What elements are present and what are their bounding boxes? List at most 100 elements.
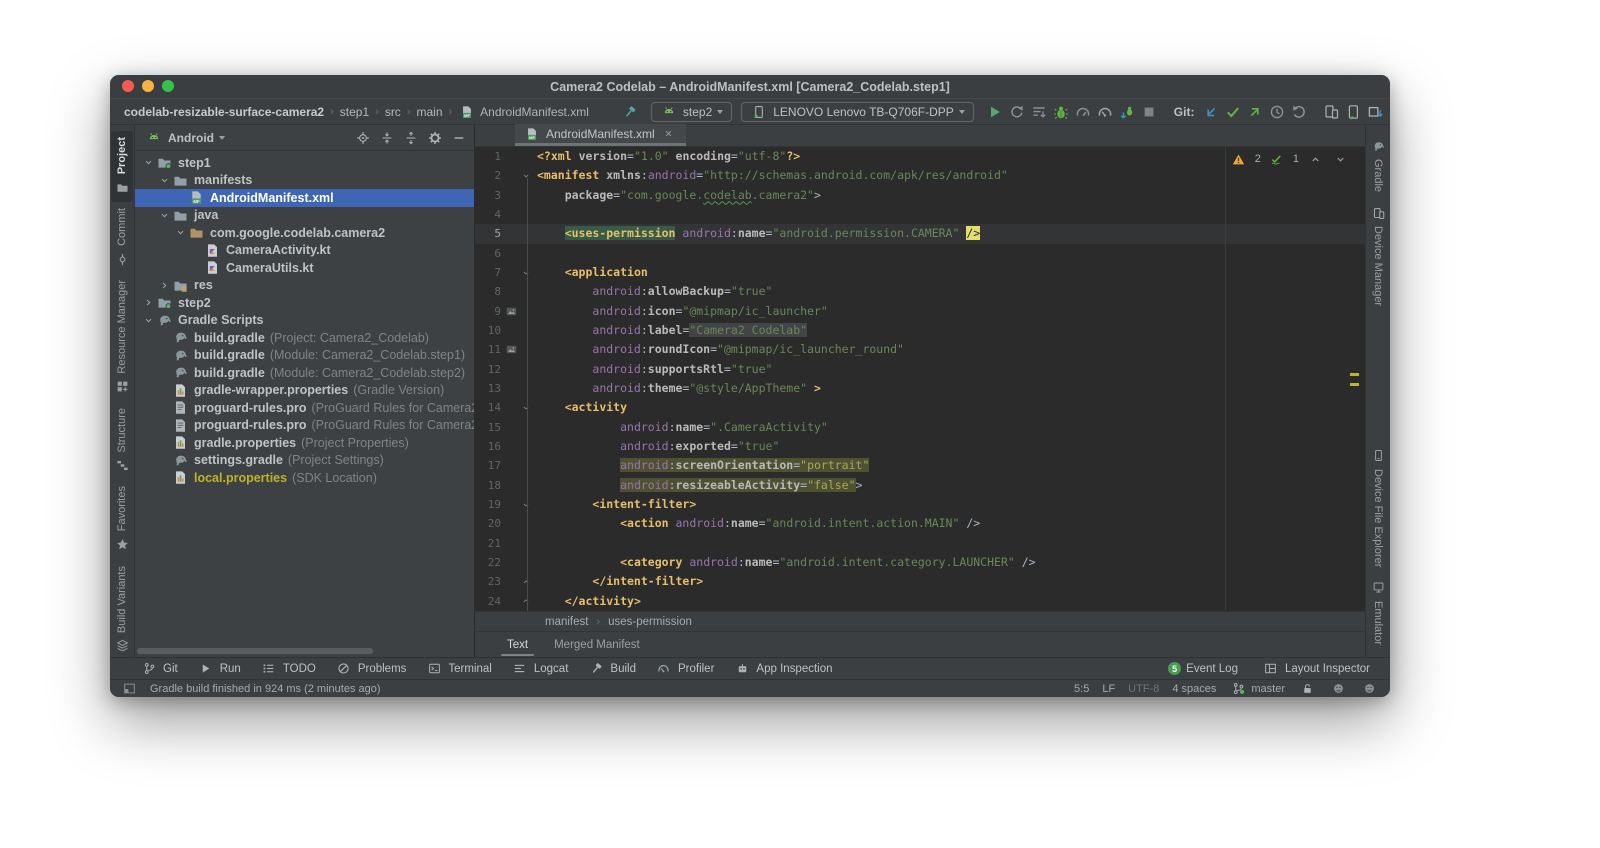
expand-all-button[interactable]	[378, 129, 396, 147]
picture-icon[interactable]	[505, 340, 521, 359]
chevron-down-icon[interactable]	[143, 157, 157, 168]
profile-app-button[interactable]	[1074, 103, 1092, 121]
tool-strip-tab-project[interactable]: Project	[111, 131, 133, 203]
code-editor[interactable]: 1 <?xml version="1.0" encoding="utf-8"?> 2…	[475, 147, 1365, 611]
editor-tab-androidmanifest[interactable]: MF AndroidManifest.xml	[515, 124, 686, 146]
tree-item-com-google-codelab-camera2[interactable]: com.google.codelab.camera2	[135, 224, 474, 242]
minimize-window-button[interactable]	[142, 80, 154, 92]
device-manager-button[interactable]	[1322, 103, 1340, 121]
code-line-14[interactable]: 14 <activity	[475, 398, 1365, 417]
code-line-16[interactable]: 16 android:exported="true"	[475, 437, 1365, 456]
xml-breadcrumb-uses-permission[interactable]: uses-permission	[608, 616, 692, 628]
status-item-lf[interactable]: LF	[1102, 683, 1115, 695]
warning-stripe-mark[interactable]	[1350, 383, 1359, 386]
run-play-button[interactable]	[986, 103, 1004, 121]
tool-strip-tab-gradle[interactable]: Gradle	[1367, 131, 1389, 198]
tree-item-proguard-rules-pro[interactable]: proguard-rules.pro (ProGuard Rules for Ca…	[135, 399, 474, 417]
code-line-3[interactable]: 3 package="com.google.codelab.camera2">	[475, 186, 1365, 205]
settings-gear-button[interactable]	[426, 129, 444, 147]
tool-strip-tab-resource-manager[interactable]: Resource Manager	[111, 274, 133, 402]
code-line-6[interactable]: 6	[475, 244, 1365, 263]
stop-button[interactable]	[1140, 103, 1158, 121]
xml-breadcrumb-manifest[interactable]: manifest	[545, 616, 588, 628]
project-view-selector[interactable]: Android	[168, 131, 214, 145]
tool-strip-tab-build-variants[interactable]: Build Variants	[111, 560, 133, 661]
code-line-13[interactable]: 13 android:theme="@style/AppTheme" >	[475, 379, 1365, 398]
view-tab-text[interactable]: Text	[500, 634, 535, 656]
tree-item-gradle-wrapper-properties[interactable]: gradle-wrapper.properties (Gradle Version…	[135, 382, 474, 400]
code-line-4[interactable]: 4	[475, 205, 1365, 224]
collapse-all-button[interactable]	[402, 129, 420, 147]
tree-item-build-gradle[interactable]: build.gradle (Module: Camera2_Codelab.ste…	[135, 364, 474, 382]
build-hammer-icon[interactable]	[623, 103, 637, 121]
apply-changes-button[interactable]	[1030, 103, 1048, 121]
git-update-button[interactable]	[1202, 103, 1220, 121]
tool-window-button-logcat[interactable]: Logcat	[511, 660, 568, 678]
code-line-10[interactable]: 10 android:label="Camera2 Codelab"	[475, 321, 1365, 340]
tool-strip-tab-structure[interactable]: Structure	[111, 402, 133, 481]
code-line-2[interactable]: 2 <manifest xmlns:android="http://schemas…	[475, 166, 1365, 185]
run-configuration-select[interactable]: step2	[650, 101, 733, 122]
tree-item-camerautils-kt[interactable]: CameraUtils.kt	[135, 259, 474, 277]
tool-strip-tab-device-manager[interactable]: Device Manager	[1367, 198, 1389, 312]
debug-bug-button[interactable]	[1052, 103, 1070, 121]
code-line-5[interactable]: 5 <uses-permission android:name="android…	[475, 224, 1365, 244]
history-clock-button[interactable]	[1268, 103, 1286, 121]
tree-item-gradle-properties[interactable]: gradle.properties (Project Properties)	[135, 434, 474, 452]
breadcrumb-item-main[interactable]: main	[416, 105, 442, 119]
tree-item-manifests[interactable]: manifests	[135, 172, 474, 190]
status-item-master[interactable]: master	[1229, 680, 1285, 698]
tool-strip-tab-commit[interactable]: Commit	[111, 202, 133, 274]
breadcrumb-item-codelab-resizable-surface-camera2[interactable]: codelab-resizable-surface-camera2	[124, 105, 324, 119]
tool-strip-tab-device-file-explorer[interactable]: Device File Explorer	[1367, 441, 1389, 573]
tree-item-cameraactivity-kt[interactable]: CameraActivity.kt	[135, 242, 474, 260]
tool-strip-tab-favorites[interactable]: Favorites	[111, 480, 133, 559]
chevron-down-icon[interactable]	[143, 315, 157, 326]
tool-window-button-build[interactable]: Build	[587, 660, 636, 678]
tree-item-java[interactable]: java	[135, 207, 474, 225]
close-icon[interactable]	[660, 125, 678, 143]
breadcrumb-item-step1[interactable]: step1	[340, 105, 369, 119]
code-line-23[interactable]: 23 </intent-filter>	[475, 572, 1365, 591]
fold-down-icon[interactable]	[521, 166, 535, 185]
warning-stripe-mark[interactable]	[1350, 373, 1359, 376]
fold-down-icon[interactable]	[521, 263, 535, 282]
status-item-face[interactable]	[1360, 680, 1378, 698]
tool-window-button-problems[interactable]: Problems	[335, 660, 406, 678]
code-line-12[interactable]: 12 android:supportsRtl="true"	[475, 360, 1365, 379]
tree-item-androidmanifest-xml[interactable]: MF AndroidManifest.xml	[135, 189, 474, 207]
chevron-right-icon[interactable]	[143, 297, 157, 308]
window-toggle-icon[interactable]	[120, 680, 138, 698]
tool-window-button-event-log[interactable]: 5 Event Log	[1168, 662, 1238, 675]
code-line-9[interactable]: 9 android:icon="@mipmap/ic_launcher"	[475, 302, 1365, 321]
status-item-5-5[interactable]: 5:5	[1074, 683, 1089, 695]
code-line-7[interactable]: 7 <application	[475, 263, 1365, 282]
chevron-right-icon[interactable]	[159, 280, 173, 291]
status-item-utf-8[interactable]: UTF-8	[1128, 683, 1159, 695]
tool-window-button-app-inspection[interactable]: App Inspection	[733, 660, 833, 678]
fold-down-icon[interactable]	[521, 398, 535, 417]
view-tab-merged-manifest[interactable]: Merged Manifest	[552, 634, 642, 656]
code-line-8[interactable]: 8 android:allowBackup="true"	[475, 282, 1365, 301]
zoom-window-button[interactable]	[162, 80, 174, 92]
status-item-4-spaces[interactable]: 4 spaces	[1172, 683, 1216, 695]
tree-item-res[interactable]: res	[135, 277, 474, 295]
close-window-button[interactable]	[122, 80, 134, 92]
device-select[interactable]: LENOVO Lenovo TB-Q706F-DPP	[741, 101, 974, 122]
sdk-manager-button[interactable]	[1366, 103, 1384, 121]
code-line-17[interactable]: 17 android:screenOrientation="portrait"	[475, 456, 1365, 475]
tree-item-step2[interactable]: step2	[135, 294, 474, 312]
fold-up-icon[interactable]	[521, 572, 535, 591]
breadcrumb-file[interactable]: MF AndroidManifest.xml	[458, 103, 589, 121]
tree-item-step1[interactable]: step1	[135, 154, 474, 172]
horizontal-scrollbar[interactable]	[137, 648, 373, 654]
rerun-button[interactable]	[1008, 103, 1026, 121]
chevron-up-icon[interactable]	[1306, 150, 1324, 168]
status-item-face[interactable]	[1329, 680, 1347, 698]
code-line-20[interactable]: 20 <action android:name="android.intent.…	[475, 514, 1365, 533]
tree-item-build-gradle[interactable]: build.gradle (Project: Camera2_Codelab)	[135, 329, 474, 347]
git-rollback-button[interactable]	[1290, 103, 1308, 121]
tool-strip-tab-emulator[interactable]: Emulator	[1367, 573, 1389, 651]
code-line-22[interactable]: 22 <category android:name="android.inten…	[475, 553, 1365, 572]
tool-window-button-profiler[interactable]: Profiler	[655, 660, 714, 678]
